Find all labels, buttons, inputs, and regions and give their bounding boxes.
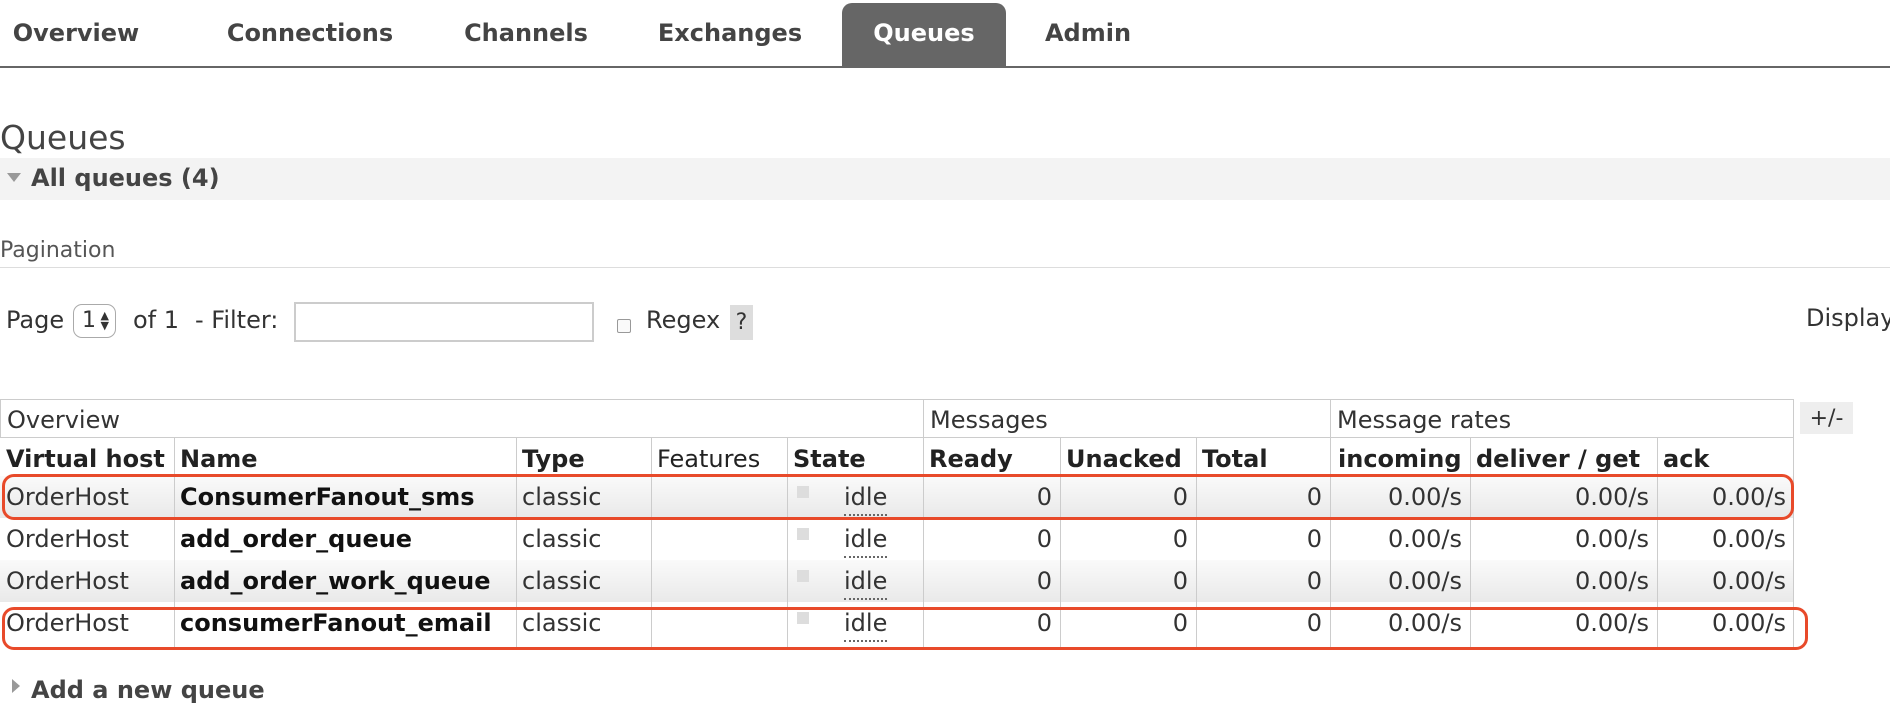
ack-cell: 0.00/s [1711, 567, 1786, 595]
pagination-heading: Pagination [0, 238, 116, 263]
vhost-cell: OrderHost [6, 525, 129, 553]
group-overview: Overview [0, 399, 924, 438]
table-row[interactable]: OrderHost add_order_work_queue classic i… [0, 560, 1794, 602]
ack-cell: 0.00/s [1711, 525, 1786, 553]
state-indicator-icon [797, 570, 809, 582]
page-of-label: of 1 [133, 306, 180, 334]
group-message-rates: Message rates [1330, 399, 1794, 438]
expand-triangle-icon[interactable] [12, 679, 20, 693]
features-cell [651, 560, 787, 602]
type-cell: classic [522, 567, 602, 595]
state-indicator-icon [797, 528, 809, 540]
col-name[interactable]: Name [174, 438, 258, 476]
unacked-cell: 0 [1172, 567, 1188, 595]
regex-label: Regex [646, 306, 721, 334]
incoming-cell: 0.00/s [1387, 567, 1462, 595]
ready-cell: 0 [1036, 525, 1052, 553]
deliver-cell: 0.00/s [1574, 567, 1649, 595]
col-ack[interactable]: ack [1657, 438, 1709, 476]
queue-name-link[interactable]: add_order_work_queue [174, 560, 516, 602]
col-features[interactable]: Features [651, 438, 760, 476]
regex-checkbox[interactable] [617, 319, 631, 333]
total-cell: 0 [1306, 525, 1322, 553]
section-header[interactable] [0, 158, 1890, 200]
tab-overview[interactable]: Overview [0, 3, 152, 66]
pagination-divider [0, 267, 1890, 268]
columns-toggle-button[interactable]: +/- [1800, 402, 1853, 434]
state-cell: idle [844, 560, 888, 600]
tab-channels[interactable]: Channels [458, 3, 594, 66]
type-cell: classic [522, 525, 602, 553]
state-cell: idle [844, 518, 888, 558]
collapse-triangle-icon[interactable] [7, 173, 21, 182]
display-label: Display [1806, 304, 1890, 332]
add-queue-section[interactable]: Add a new queue [31, 676, 265, 704]
section-title[interactable]: All queues (4) [31, 164, 220, 192]
col-incoming[interactable]: incoming [1332, 438, 1462, 476]
select-arrows-icon: ▲ ▼ [100, 309, 109, 332]
features-cell [651, 518, 787, 560]
col-total[interactable]: Total [1196, 438, 1268, 476]
col-type[interactable]: Type [516, 438, 585, 476]
incoming-cell: 0.00/s [1387, 525, 1462, 553]
group-messages: Messages [923, 399, 1331, 438]
page-title: Queues [0, 118, 126, 157]
vhost-cell: OrderHost [6, 567, 129, 595]
col-unacked[interactable]: Unacked [1060, 438, 1182, 476]
highlight-box [2, 607, 1808, 650]
total-cell: 0 [1306, 567, 1322, 595]
col-virtual-host[interactable]: Virtual host [0, 438, 165, 476]
tab-connections[interactable]: Connections [212, 3, 408, 66]
page-select[interactable]: 1 ▲ ▼ [73, 304, 116, 338]
page-select-value: 1 [82, 308, 96, 333]
col-ready[interactable]: Ready [923, 438, 1013, 476]
top-nav: Overview Connections Channels Exchanges … [0, 0, 1890, 68]
table-row[interactable]: OrderHost add_order_queue classic idle 0… [0, 518, 1794, 560]
unacked-cell: 0 [1172, 525, 1188, 553]
tab-exchanges[interactable]: Exchanges [650, 3, 810, 66]
filter-label: - Filter: [195, 306, 279, 334]
col-state[interactable]: State [787, 438, 866, 476]
page-label: Page [6, 306, 65, 334]
filter-input[interactable] [294, 302, 594, 342]
ready-cell: 0 [1036, 567, 1052, 595]
col-deliver-get[interactable]: deliver / get [1470, 438, 1640, 476]
regex-help-button[interactable]: ? [730, 305, 753, 340]
deliver-cell: 0.00/s [1574, 525, 1649, 553]
tab-queues[interactable]: Queues [842, 3, 1006, 66]
queue-name-link[interactable]: add_order_queue [174, 518, 516, 560]
highlight-box [2, 474, 1794, 520]
tab-admin[interactable]: Admin [1036, 3, 1140, 66]
